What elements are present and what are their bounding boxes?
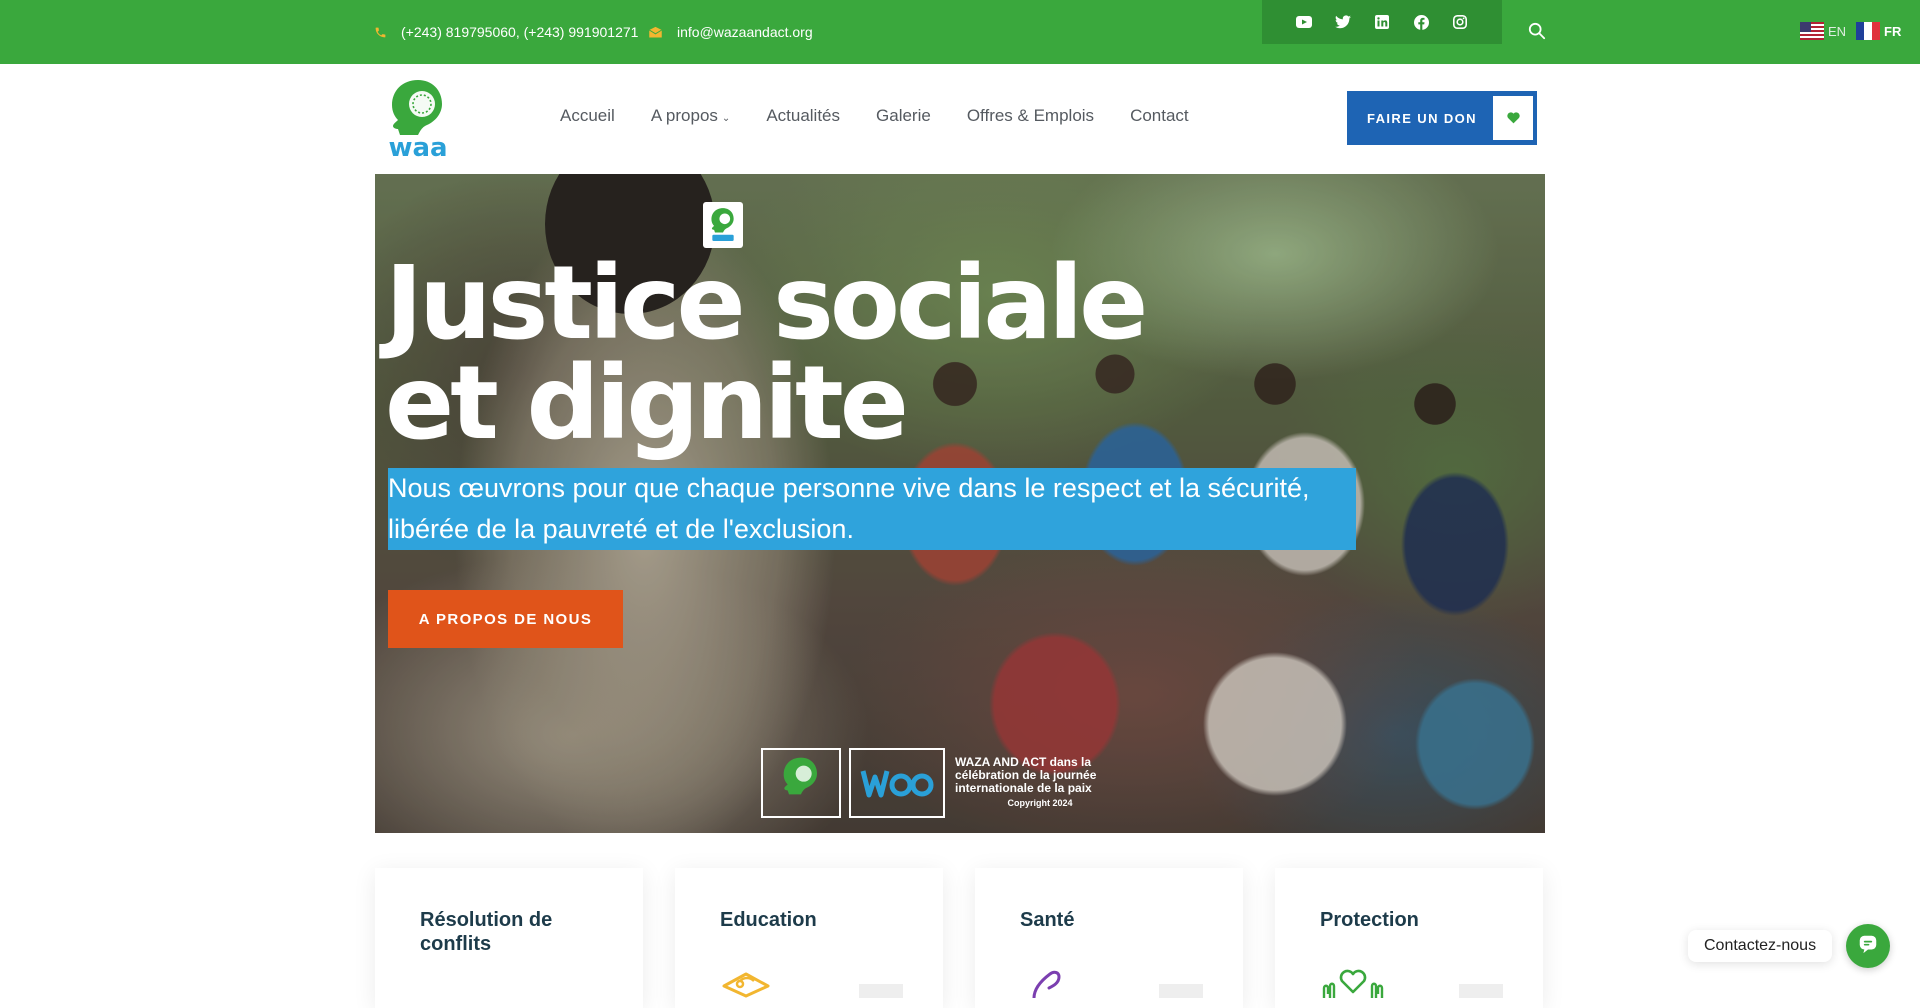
photo-watermark-logo <box>703 202 743 248</box>
site-logo[interactable]: waa <box>382 76 454 163</box>
service-card-protection[interactable]: Protection <box>1275 868 1543 1008</box>
service-title: Protection <box>1320 909 1419 931</box>
nav-galerie-label: Galerie <box>876 106 931 125</box>
caption-logo-icon <box>761 748 841 818</box>
fr-flag-icon <box>1856 22 1880 40</box>
nav-offres-emplois-label: Offres & Emplois <box>966 106 1095 125</box>
envelope-icon <box>648 26 663 37</box>
caption-title: WAZA AND ACT dans la célébration de la j… <box>955 755 1097 795</box>
about-us-button[interactable]: A PROPOS DE NOUS <box>388 590 623 648</box>
nav-a-propos[interactable]: A propos ⌄ <box>651 106 731 126</box>
search-icon[interactable] <box>1528 22 1548 42</box>
nav-contact[interactable]: Contact <box>1130 106 1189 126</box>
phone-number: (+243) 819795060, (+243) 991901271 <box>401 24 639 40</box>
heart-icon <box>1493 96 1533 140</box>
nav-offres-emplois[interactable]: Offres & Emplois <box>967 106 1094 126</box>
nav-actualites-label: Actualités <box>766 106 841 125</box>
chat-button[interactable] <box>1846 924 1890 968</box>
hero-banner: Justice sociale et dignite Nous œuvrons … <box>375 174 1545 833</box>
nav-galerie[interactable]: Galerie <box>876 106 931 126</box>
social-links <box>1262 0 1502 44</box>
language-en-label: EN <box>1828 23 1847 39</box>
nav-actualites[interactable]: Actualités <box>766 106 840 126</box>
twitter-icon[interactable] <box>1334 13 1352 31</box>
email-address: info@wazaandact.org <box>677 24 813 40</box>
nav-a-propos-label: A propos <box>650 106 718 125</box>
caption-wordmark-icon <box>849 748 945 818</box>
nav-accueil-label: Accueil <box>560 106 615 125</box>
phone-icon <box>375 27 386 37</box>
nav-accueil[interactable]: Accueil <box>560 106 615 126</box>
service-card-conflict-resolution[interactable]: Résolution de conflits <box>375 868 643 1008</box>
main-nav: Accueil A propos ⌄ Actualités Galerie Off… <box>560 106 1189 126</box>
hero-subtitle-line-2: libérée de la pauvreté et de l'exclusion… <box>388 514 854 544</box>
caption-copyright: Copyright 2024 <box>1007 798 1073 808</box>
instagram-icon[interactable] <box>1451 13 1469 31</box>
us-flag-icon <box>1800 22 1824 40</box>
youtube-icon[interactable] <box>1295 13 1313 31</box>
donate-label: FAIRE UN DON <box>1367 110 1477 126</box>
language-fr[interactable]: FR <box>1856 22 1901 40</box>
hero-title: Justice sociale et dignite <box>385 244 1148 463</box>
service-title: Résolution de conflits <box>420 909 553 955</box>
card-decoration <box>1459 984 1503 998</box>
caption-text-block: WAZA AND ACT dans la célébration de la j… <box>955 756 1125 810</box>
logo-wordmark: waa <box>388 133 447 160</box>
language-en[interactable]: EN <box>1800 22 1846 40</box>
facebook-icon[interactable] <box>1412 13 1430 31</box>
chevron-down-icon: ⌄ <box>721 112 731 124</box>
photo-caption: WAZA AND ACT dans la célébration de la j… <box>761 748 1125 818</box>
card-decoration <box>1159 984 1203 998</box>
service-title: Santé <box>1020 909 1075 931</box>
service-card-health[interactable]: Santé <box>975 868 1243 1008</box>
service-title: Education <box>720 909 817 931</box>
chat-label[interactable]: Contactez-nous <box>1688 930 1833 962</box>
health-icon <box>1020 968 1070 1003</box>
protection-icon <box>1320 968 1386 1003</box>
chat-bubble-icon <box>1857 933 1879 960</box>
language-fr-label: FR <box>1884 23 1902 39</box>
donate-button[interactable]: FAIRE UN DON <box>1347 91 1537 145</box>
service-card-education[interactable]: Education <box>675 868 943 1008</box>
hero-subtitle: Nous œuvrons pour que chaque personne vi… <box>388 468 1356 550</box>
card-decoration <box>859 984 903 998</box>
linkedin-icon[interactable] <box>1373 13 1391 31</box>
top-bar: (+243) 819795060, (+243) 991901271 info@… <box>0 0 1920 64</box>
phone-contact[interactable]: (+243) 819795060, (+243) 991901271 <box>374 0 638 64</box>
nav-contact-label: Contact <box>1130 106 1189 125</box>
hero-subtitle-line-1: Nous œuvrons pour que chaque personne vi… <box>388 473 1310 503</box>
education-icon <box>720 968 772 1003</box>
email-contact[interactable]: info@wazaandact.org <box>648 0 813 64</box>
